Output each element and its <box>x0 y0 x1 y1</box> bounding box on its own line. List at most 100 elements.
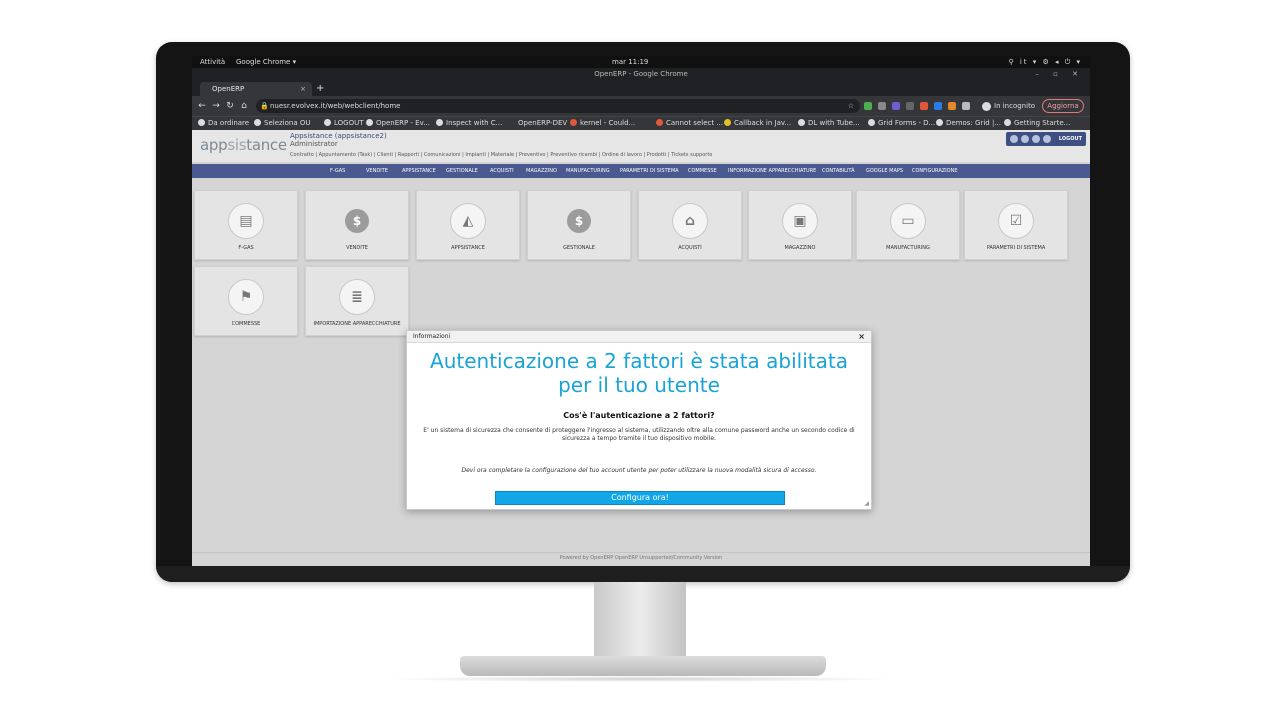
bookmark-label: OpenERP - Ev... <box>376 119 430 127</box>
appsistance-glyph: ◭ <box>462 213 474 229</box>
system-tray[interactable]: ⚲ it ▾ ⚙ ◂ ⏻ ▾ <box>1008 56 1082 68</box>
close-icon[interactable]: × <box>300 82 306 96</box>
menu-contabilita[interactable]: CONTABILITÀ <box>822 164 855 178</box>
menu-manufacturing[interactable]: MANUFACTURING <box>566 164 610 178</box>
monitor-stand-base <box>460 656 826 676</box>
shortcuts-bar[interactable]: Contratto | Appuntamento (Task) | Client… <box>290 152 712 158</box>
incognito-icon <box>982 101 991 111</box>
app-tile-gestionale[interactable]: $ GESTIONALE <box>527 190 631 260</box>
back-icon[interactable]: ← <box>196 99 208 113</box>
bookmark-label: LOGOUT <box>334 119 364 127</box>
home-icon[interactable]: ⌂ <box>238 99 250 113</box>
settings-icon[interactable] <box>1021 135 1029 143</box>
bookmark-item[interactable]: Callback in Jav... <box>724 117 791 130</box>
bookmark-label: Seleziona OU <box>264 119 311 127</box>
company-name[interactable]: Appsistance (appsistance2) <box>290 132 387 140</box>
bookmark-item[interactable]: Getting Starte... <box>1004 117 1070 130</box>
flag-icon: ⚑ <box>228 279 264 315</box>
app-menu[interactable]: Google Chrome ▾ <box>236 56 296 68</box>
dollar-icon: $ <box>345 209 369 233</box>
box-glyph: ▣ <box>793 213 807 229</box>
bookmark-icon <box>724 119 731 126</box>
bookmark-item[interactable]: Inspect with C... <box>436 117 502 130</box>
extension-icon[interactable] <box>934 102 942 110</box>
resize-grip-icon[interactable]: ◢ <box>864 500 869 507</box>
dollar-glyph: $ <box>574 214 584 228</box>
company-info: Appsistance (appsistance2) Administrator <box>290 132 387 148</box>
menu-acquisti[interactable]: ACQUISTI <box>490 164 514 178</box>
close-icon[interactable]: × <box>858 331 865 343</box>
bookmark-item[interactable]: LOGOUT <box>324 117 364 130</box>
checklist-glyph: ☑ <box>1009 213 1023 229</box>
puzzle-icon[interactable] <box>962 102 970 110</box>
menu-vendite[interactable]: VENDITE <box>366 164 388 178</box>
tab-strip: OpenERP × + <box>192 80 1090 96</box>
bookmark-item[interactable]: Cannot select ... <box>656 117 723 130</box>
menu-informazione-apparecchiature[interactable]: INFORMAZIONE APPARECCHIATURE <box>728 164 816 178</box>
clock[interactable]: mar 11:19 <box>612 56 648 68</box>
activities-button[interactable]: Attività <box>200 56 225 68</box>
tile-label: GESTIONALE <box>563 245 595 251</box>
extension-icon[interactable] <box>892 102 900 110</box>
bookmark-item[interactable]: Demos: Grid |... <box>936 117 1001 130</box>
flag-glyph: ⚑ <box>239 289 253 305</box>
bookmark-item[interactable]: Seleziona OU <box>254 117 311 130</box>
extension-icon[interactable] <box>920 102 928 110</box>
app-tile-importazione-apparecchiature[interactable]: ≣ IMPORTAZIONE APPARECCHIATURE <box>305 266 409 336</box>
dialog-note: Devi ora completare la configurazione de… <box>461 467 817 474</box>
basket-glyph: ⌂ <box>684 213 696 229</box>
help-icon[interactable] <box>1043 135 1051 143</box>
menu-fgas[interactable]: F-GAS <box>330 164 345 178</box>
reload-icon[interactable]: ↻ <box>224 99 236 113</box>
app-tile-acquisti[interactable]: ⌂ ACQUISTI <box>638 190 742 260</box>
tile-label: ACQUISTI <box>678 245 702 251</box>
new-tab-button[interactable]: + <box>316 82 324 96</box>
home-icon[interactable] <box>1010 135 1018 143</box>
bookmark-item[interactable]: OpenERP - Ev... <box>366 117 430 130</box>
address-bar[interactable]: 🔒 nuesr.evolvex.it/web/webclient/home ☆ <box>256 99 860 113</box>
tab-openerp[interactable]: OpenERP × <box>200 82 312 96</box>
bookmark-item[interactable]: Grid Forms - D... <box>868 117 935 130</box>
app-tile-appsistance[interactable]: ◭ APPSISTANCE <box>416 190 520 260</box>
logo-part: app <box>200 136 228 154</box>
logout-link[interactable]: LOGOUT <box>1059 132 1082 146</box>
configure-now-button[interactable]: Configura ora! <box>495 491 785 505</box>
extension-icon[interactable] <box>948 102 956 110</box>
app-tile-manufacturing[interactable]: ▭ MANUFACTURING <box>856 190 960 260</box>
incognito-indicator[interactable]: In incognito <box>982 99 1035 113</box>
extension-icon[interactable] <box>906 102 914 110</box>
extension-icon[interactable] <box>878 102 886 110</box>
bookmark-star-icon[interactable]: ☆ <box>848 99 854 113</box>
extension-icon[interactable] <box>864 102 872 110</box>
menu-google-maps[interactable]: GOOGLE MAPS <box>866 164 903 178</box>
bookmark-icon <box>936 119 943 126</box>
app-tile-vendite[interactable]: $ VENDITE <box>305 190 409 260</box>
window-controls[interactable]: – ▫ ✕ <box>1035 68 1084 80</box>
bookmark-item[interactable]: DL with Tube... <box>798 117 860 130</box>
tile-label: F-GAS <box>238 245 254 251</box>
app-tile-magazzino[interactable]: ▣ MAGAZZINO <box>748 190 852 260</box>
update-button[interactable]: Aggiorna <box>1042 99 1084 113</box>
app-tile-commesse[interactable]: ⚑ COMMESSE <box>194 266 298 336</box>
lock-icon[interactable]: 🔒 <box>260 99 269 113</box>
menu-commesse[interactable]: COMMESSE <box>688 164 717 178</box>
bookmark-icon <box>366 119 373 126</box>
menu-parametri-di-sistema[interactable]: PARAMETRI DI SISTEMA <box>620 164 679 178</box>
dialog-title: Informazioni <box>413 333 451 340</box>
bookmark-label: Grid Forms - D... <box>878 119 936 127</box>
bookmark-item[interactable]: OpenERP-DEV <box>518 117 567 130</box>
menu-configurazione[interactable]: CONFIGURAZIONE <box>912 164 957 178</box>
forward-icon[interactable]: → <box>210 99 222 113</box>
app-tile-fgas[interactable]: ▤ F-GAS <box>194 190 298 260</box>
logo-part: sis <box>227 136 247 154</box>
menu-magazzino[interactable]: MAGAZZINO <box>526 164 557 178</box>
appsistance-logo[interactable]: appsistance <box>200 136 287 154</box>
preferences-icon[interactable] <box>1032 135 1040 143</box>
bookmark-item[interactable]: kernel - Could... <box>570 117 635 130</box>
bookmark-label: Cannot select ... <box>666 119 724 127</box>
menu-gestionale[interactable]: GESTIONALE <box>446 164 478 178</box>
app-tile-parametri-di-sistema[interactable]: ☑ PARAMETRI DI SISTEMA <box>964 190 1068 260</box>
bookmark-item[interactable]: Da ordinare <box>198 117 249 130</box>
menu-appsistance[interactable]: APPSISTANCE <box>402 164 436 178</box>
dialog-titlebar[interactable]: Informazioni × <box>407 331 871 343</box>
